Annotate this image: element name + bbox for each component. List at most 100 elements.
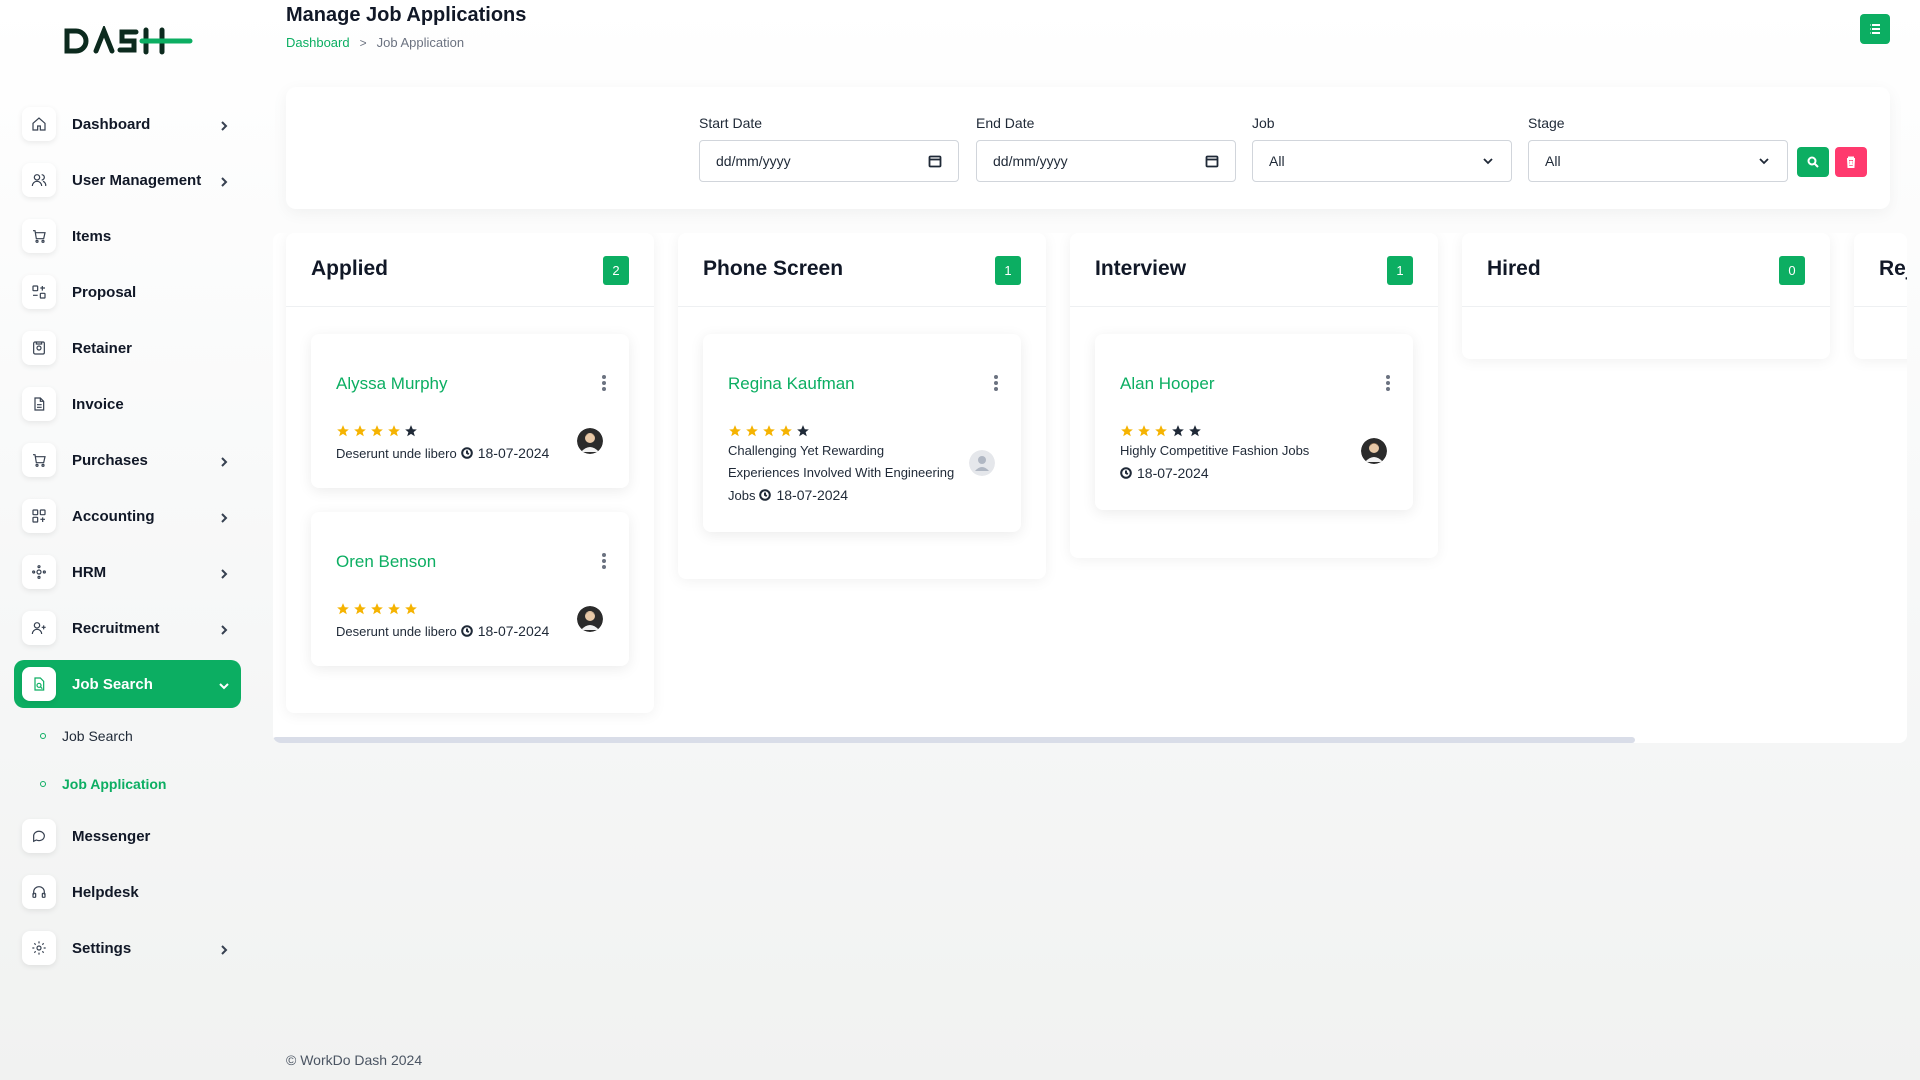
more-vertical-icon[interactable] <box>601 552 607 570</box>
headphones-icon <box>22 875 56 909</box>
reset-filter-button[interactable] <box>1835 147 1867 177</box>
page-title: Manage Job Applications <box>286 4 527 26</box>
applicant-name[interactable]: Alyssa Murphy <box>336 374 447 394</box>
calendar-icon <box>928 155 942 168</box>
sidebar-item-label: Invoice <box>72 395 124 413</box>
applied-job-line: Challenging Yet Rewarding <box>728 443 885 458</box>
column-header: Hired 0 <box>1462 233 1830 307</box>
search-icon <box>1807 156 1819 168</box>
sidebar-item-recruitment[interactable]: Recruitment <box>14 604 241 652</box>
cart-icon <box>22 443 56 477</box>
rating-stars <box>728 424 813 438</box>
start-date-label: Start Date <box>699 115 763 131</box>
more-vertical-icon[interactable] <box>1385 374 1391 392</box>
breadcrumb: Dashboard > Job Application <box>286 35 464 50</box>
trash-icon <box>1847 156 1855 168</box>
star-filled-icon <box>1120 424 1137 438</box>
sidebar-item-settings[interactable]: Settings <box>14 924 241 972</box>
job-select[interactable]: All <box>1252 140 1512 182</box>
breadcrumb-current: Job Application <box>376 35 465 50</box>
applied-job: Highly Competitive Fashion Jobs <box>1120 443 1310 458</box>
applicant-name[interactable]: Alan Hooper <box>1120 374 1215 394</box>
applied-date: 18-07-2024 <box>477 445 550 461</box>
sidebar-item-label: Accounting <box>72 507 155 525</box>
sidebar-item-helpdesk[interactable]: Helpdesk <box>14 868 241 916</box>
kanban-column-phone-screen: Phone Screen 1 Regina Kaufman Challengin… <box>678 233 1046 579</box>
search-button[interactable] <box>1797 147 1829 177</box>
applicant-name[interactable]: Regina Kaufman <box>728 374 855 394</box>
column-count-badge: 1 <box>995 256 1021 285</box>
sidebar-subitem-label: Job Application <box>62 776 167 792</box>
sidebar-subitem-job-search[interactable]: Job Search <box>14 716 241 756</box>
chevron-down-icon <box>219 678 229 690</box>
kanban-column-interview: Interview 1 Alan Hooper Highly Competiti… <box>1070 233 1438 558</box>
sidebar-nav: Dashboard User Management Items Proposal… <box>14 100 241 980</box>
applicant-card[interactable]: Alan Hooper Highly Competitive Fashion J… <box>1095 334 1413 510</box>
applied-job-line: Jobs <box>728 488 756 503</box>
star-filled-icon <box>387 602 404 616</box>
breadcrumb-dashboard-link[interactable]: Dashboard <box>286 35 350 50</box>
sidebar-item-invoice[interactable]: Invoice <box>14 380 241 428</box>
horizontal-scrollbar[interactable] <box>273 737 1635 743</box>
sidebar-item-label: Dashboard <box>72 115 151 133</box>
sidebar-item-label: Items <box>72 227 112 245</box>
sidebar-item-label: Job Search <box>72 675 153 693</box>
sidebar-item-retainer[interactable]: Retainer <box>14 324 241 372</box>
sidebar-item-job-search[interactable]: Job Search <box>14 660 241 708</box>
clock-icon <box>1120 464 1132 479</box>
more-vertical-icon[interactable] <box>601 374 607 392</box>
sidebar-item-purchases[interactable]: Purchases <box>14 436 241 484</box>
sidebar-item-hrm[interactable]: HRM <box>14 548 241 596</box>
sidebar-item-label: User Management <box>72 171 202 189</box>
home-icon <box>22 107 56 141</box>
star-empty-icon <box>1188 424 1205 438</box>
stage-select-value: All <box>1545 153 1561 169</box>
applicant-card[interactable]: Alyssa Murphy Deserunt unde libero 18-07-… <box>311 334 629 488</box>
star-filled-icon <box>336 602 353 616</box>
star-empty-icon <box>404 424 421 438</box>
job-select-value: All <box>1269 153 1285 169</box>
stage-select[interactable]: All <box>1528 140 1788 182</box>
star-filled-icon <box>370 424 387 438</box>
list-view-button[interactable] <box>1860 14 1890 44</box>
sidebar-item-user-management[interactable]: User Management <box>14 156 241 204</box>
applied-date: 18-07-2024 <box>1137 465 1209 481</box>
end-date-input[interactable]: dd/mm/yyyy <box>976 140 1236 182</box>
sidebar-item-items[interactable]: Items <box>14 212 241 260</box>
star-empty-icon <box>1171 424 1188 438</box>
dash-logo[interactable] <box>64 26 194 56</box>
sidebar-item-label: HRM <box>72 563 107 581</box>
users-icon <box>22 163 56 197</box>
applicant-card[interactable]: Regina Kaufman Challenging Yet Rewarding… <box>703 334 1021 532</box>
bullet-icon <box>40 781 46 787</box>
chevron-right-icon <box>219 454 229 467</box>
applicant-meta: Deserunt unde libero 18-07-2024 <box>336 620 549 643</box>
applicant-card[interactable]: Oren Benson Deserunt unde libero 18-07-20… <box>311 512 629 666</box>
sidebar-item-proposal[interactable]: Proposal <box>14 268 241 316</box>
kanban-board: Applied 2 Alyssa Murphy Deserunt unde li… <box>273 233 1907 743</box>
rating-stars <box>336 602 421 616</box>
column-header: Phone Screen 1 <box>678 233 1046 307</box>
stage-filter-label: Stage <box>1528 115 1565 131</box>
sidebar-subitem-job-application[interactable]: Job Application <box>14 764 241 804</box>
sidebar-item-label: Proposal <box>72 283 137 301</box>
sidebar-item-label: Settings <box>72 939 132 957</box>
column-header: Interview 1 <box>1070 233 1438 307</box>
column-title: Hired <box>1487 257 1541 280</box>
column-header: Applied 2 <box>286 233 654 307</box>
end-date-label: End Date <box>976 115 1035 131</box>
avatar <box>969 450 995 476</box>
more-vertical-icon[interactable] <box>993 374 999 392</box>
sidebar-item-dashboard[interactable]: Dashboard <box>14 100 241 148</box>
file-search-icon <box>22 667 56 701</box>
applicant-name[interactable]: Oren Benson <box>336 552 436 572</box>
sidebar-item-accounting[interactable]: Accounting <box>14 492 241 540</box>
applied-date: 18-07-2024 <box>776 487 849 503</box>
star-filled-icon <box>353 424 370 438</box>
sidebar-item-messenger[interactable]: Messenger <box>14 812 241 860</box>
sidebar-item-label: Purchases <box>72 451 148 469</box>
star-filled-icon <box>779 424 796 438</box>
star-filled-icon <box>1137 424 1154 438</box>
star-filled-icon <box>404 602 421 616</box>
start-date-input[interactable]: dd/mm/yyyy <box>699 140 959 182</box>
